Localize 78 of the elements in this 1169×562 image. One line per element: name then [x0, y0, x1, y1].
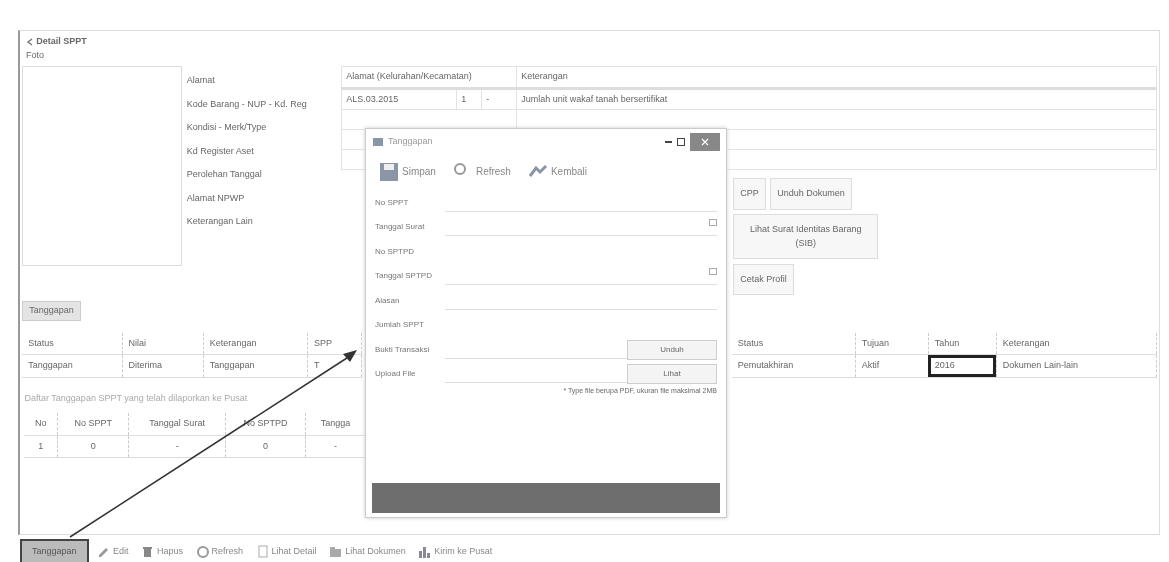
- toolbar-button[interactable]: Tanggapan: [20, 538, 89, 562]
- field-label: Tanggal Surat: [375, 221, 426, 233]
- field-label: Alasan: [375, 294, 401, 307]
- table-cell: 1: [24, 435, 58, 458]
- column-header: Tujuan: [855, 332, 929, 355]
- toolbar-button[interactable]: Kembali: [523, 159, 592, 184]
- maximize-icon: [676, 137, 686, 147]
- column-header: Keterangan: [516, 66, 1157, 88]
- photo-label: Foto: [26, 48, 45, 62]
- bar-chart-icon: [418, 544, 432, 558]
- table-cell: 1: [457, 89, 483, 109]
- minimize-icon: [665, 141, 672, 143]
- toolbar-button[interactable]: Lihat Detail: [251, 542, 321, 560]
- side-button[interactable]: CPP: [733, 178, 766, 210]
- field-label: Kondisi - Merk/Type: [186, 121, 268, 134]
- file-button[interactable]: Lihat: [627, 364, 717, 384]
- column-header: Status: [22, 332, 122, 355]
- field-label: Bukti Transaksi: [375, 343, 431, 356]
- file-button[interactable]: Unduh: [627, 339, 717, 360]
- field-label: Upload File: [375, 368, 417, 380]
- table-cell: Aktif: [855, 354, 929, 377]
- toolbar-button[interactable]: Lihat Dokumen: [325, 542, 410, 560]
- table-cell: Diterima: [122, 354, 204, 377]
- side-button[interactable]: Unduh Dokumen: [770, 178, 852, 210]
- field-label: No SPTPD: [375, 245, 416, 258]
- toolbar-button[interactable]: Refresh: [191, 542, 248, 560]
- field-label: Tanggal SPTPD: [375, 270, 433, 282]
- document-icon: [255, 544, 269, 558]
- column-header: No: [24, 413, 58, 435]
- table-cell: Jumlah unit wakaf tanah bersertifikat: [516, 88, 1157, 110]
- folder-icon: [329, 544, 343, 558]
- section-caption: Daftar Tanggapan SPPT yang telah dilaporkan ke Pusat: [23, 391, 249, 405]
- save-icon: [379, 161, 399, 182]
- tab[interactable]: Tanggapan: [22, 301, 81, 321]
- toolbar-button[interactable]: Refresh: [448, 159, 515, 184]
- table-cell: Tanggapan: [203, 354, 308, 377]
- calendar-icon: [709, 267, 717, 275]
- field-label: Alamat NPWP: [186, 191, 246, 205]
- table-cell: ALS.03.2015: [342, 89, 458, 109]
- table-cell: Pemutakhiran: [731, 354, 856, 377]
- column-header: Status: [731, 332, 856, 355]
- table-cell: Tanggapan: [22, 354, 122, 377]
- dialog-title: Tanggapan: [388, 135, 434, 149]
- date-field[interactable]: [445, 218, 717, 236]
- window-icon: [372, 136, 384, 148]
- table-cell: -: [128, 435, 226, 458]
- table-cell-text: -: [485, 92, 491, 106]
- toolbar-button[interactable]: Simpan: [375, 159, 440, 184]
- page-title: Detail SPPT: [36, 35, 87, 48]
- field-label: No SPPT: [375, 196, 410, 209]
- column-header: Keterangan: [996, 332, 1157, 355]
- column-header: Tahun: [928, 332, 997, 355]
- toolbar-button[interactable]: Kirim ke Pusat: [414, 542, 497, 560]
- table-cell: 2016: [928, 354, 997, 377]
- table-cell: 0: [225, 435, 306, 458]
- date-field[interactable]: [445, 267, 717, 285]
- field-label: Jumlah SPPT: [375, 319, 425, 331]
- side-button[interactable]: Lihat Surat Identitas Barang (SIB): [733, 214, 879, 259]
- field-label: Kd Register Aset: [186, 144, 255, 158]
- refresh-icon: [195, 544, 209, 558]
- column-header: Alamat (Kelurahan/Kecamatan): [341, 66, 517, 88]
- column-header: Tanggal Surat: [128, 413, 226, 435]
- field-label: Keterangan Lain: [186, 215, 254, 228]
- close-button[interactable]: [690, 133, 720, 151]
- close-icon: [701, 137, 709, 146]
- field-label: Perolehan Tanggal: [186, 168, 263, 181]
- trash-icon: [141, 544, 155, 558]
- column-header: No SPPT: [57, 413, 129, 435]
- toolbar-button[interactable]: Hapus: [137, 542, 188, 560]
- side-button[interactable]: Cetak Profil: [733, 263, 794, 295]
- calendar-icon: [709, 218, 717, 226]
- column-header: Keterangan: [203, 332, 308, 355]
- toolbar-button[interactable]: Edit: [93, 542, 133, 560]
- table-cell: Dokumen Lain-lain: [996, 354, 1157, 377]
- field-label: Kode Barang - NUP - Kd. Reg: [186, 97, 308, 111]
- field-label: Alamat: [186, 74, 216, 87]
- table-cell: 0: [57, 435, 129, 458]
- column-header: Nilai: [122, 332, 204, 355]
